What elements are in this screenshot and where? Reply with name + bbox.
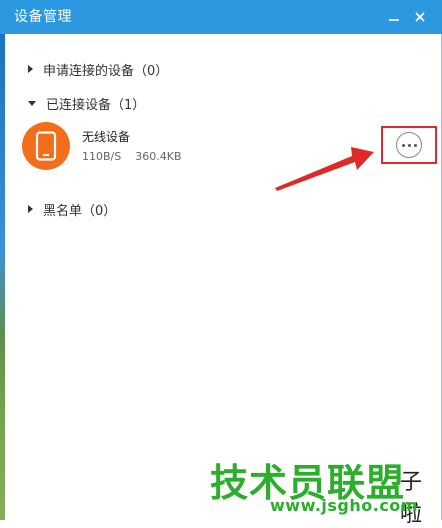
watermark: 技术员联盟 子啦 www.jsgho.com [210,452,442,527]
annotation-arrow [275,147,374,191]
watermark-url: www.jsgho.com [270,496,418,515]
expand-arrow-icon [28,205,33,213]
section-blacklist[interactable]: 黑名单（0） [28,198,116,220]
device-manager-window: 设备管理 申请连接的设备（0） 已连接设备（1） 无线设备 110B/S 360… [0,0,442,527]
section-blacklist-label: 黑名单（0） [43,203,117,219]
